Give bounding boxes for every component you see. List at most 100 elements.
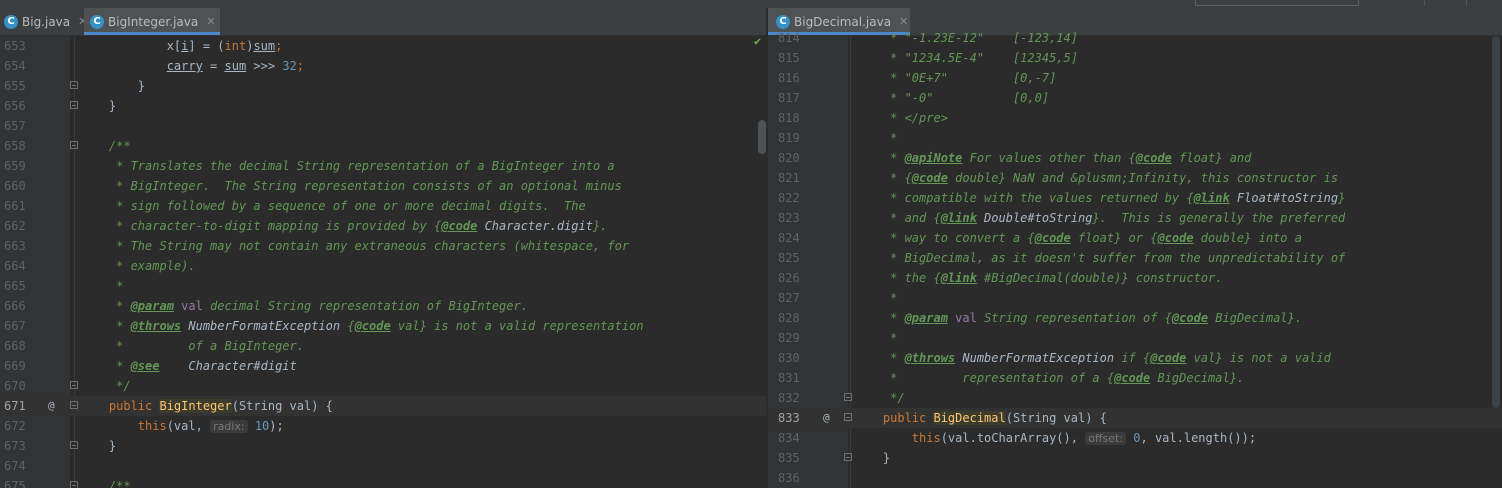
override-marker-icon[interactable]: @ bbox=[823, 408, 830, 428]
fold-marker-icon[interactable] bbox=[844, 413, 852, 421]
code-line[interactable]: 820 * @apiNote For values other than {@c… bbox=[768, 148, 1502, 168]
code-text: * "1234.5E-4" [12345,5] bbox=[854, 48, 1078, 68]
code-line[interactable]: 830 * @throws NumberFormatException if {… bbox=[768, 348, 1502, 368]
line-number: 655 bbox=[4, 79, 26, 93]
line-number: 815 bbox=[778, 51, 800, 65]
fold-marker-icon[interactable] bbox=[844, 453, 852, 461]
line-number: 672 bbox=[4, 419, 26, 433]
code-line[interactable]: 670 */ bbox=[0, 376, 766, 396]
code-token: BigInteger bbox=[159, 399, 232, 413]
code-line[interactable]: 829 * bbox=[768, 328, 1502, 348]
code-line[interactable]: 823 * and {@link Double#toString}. This … bbox=[768, 208, 1502, 228]
code-line[interactable]: 671 @ public BigInteger(String val) { bbox=[0, 396, 766, 416]
line-number: 820 bbox=[778, 151, 800, 165]
code-line[interactable]: 672 this(val, radix: 10); bbox=[0, 416, 766, 436]
code-line[interactable]: 673 } bbox=[0, 436, 766, 456]
line-number: 670 bbox=[4, 379, 26, 393]
code-line[interactable]: 667 * @throws NumberFormatException {@co… bbox=[0, 316, 766, 336]
vertical-scrollbar[interactable] bbox=[758, 120, 766, 154]
code-token: >>> bbox=[246, 59, 283, 73]
code-line[interactable]: 666 * @param val decimal String represen… bbox=[0, 296, 766, 316]
code-line[interactable]: 824 * way to convert a {@code float} or … bbox=[768, 228, 1502, 248]
code-line[interactable]: 815 * "1234.5E-4" [12345,5] bbox=[768, 48, 1502, 68]
code-token: int bbox=[224, 39, 247, 53]
code-line[interactable]: 834 this(val.toCharArray(), offset: 0, v… bbox=[768, 428, 1502, 448]
line-number: 669 bbox=[4, 359, 26, 373]
code-token: val bbox=[947, 311, 977, 325]
code-line[interactable]: 653 x[i] = (int)sum; bbox=[0, 36, 766, 56]
code-token: (String val) { bbox=[1005, 411, 1107, 425]
fold-marker-icon[interactable] bbox=[70, 481, 78, 488]
code-line[interactable]: 660 * BigInteger. The String representat… bbox=[0, 176, 766, 196]
class-file-icon: C bbox=[4, 14, 18, 29]
line-number: 661 bbox=[4, 199, 26, 213]
code-text: public BigDecimal(String val) { bbox=[854, 408, 1107, 428]
code-text: * BigDecimal, as it doesn't suffer from … bbox=[854, 248, 1345, 268]
vertical-scrollbar[interactable] bbox=[1492, 36, 1500, 408]
code-token: @code bbox=[1034, 231, 1071, 245]
code-line[interactable]: 825 * BigDecimal, as it doesn't suffer f… bbox=[768, 248, 1502, 268]
code-token: * representation of a { bbox=[854, 371, 1115, 385]
fold-marker-icon[interactable] bbox=[70, 401, 78, 409]
code-token: * character-to-digit mapping is provided… bbox=[80, 219, 442, 233]
code-line[interactable]: 814 * "-1.23E-12" [-123,14] bbox=[768, 28, 1502, 48]
code-line[interactable]: 836 bbox=[768, 468, 1502, 488]
code-text: * @param val decimal String representati… bbox=[80, 296, 528, 316]
code-line[interactable]: 832 */ bbox=[768, 388, 1502, 408]
code-line[interactable]: 833 @ public BigDecimal(String val) { bbox=[768, 408, 1502, 428]
code-line[interactable]: 658 /** bbox=[0, 136, 766, 156]
close-icon[interactable]: ✕ bbox=[899, 15, 908, 28]
code-line[interactable]: 664 * example). bbox=[0, 256, 766, 276]
code-text: * The String may not contain any extrane… bbox=[80, 236, 629, 256]
code-line[interactable]: 822 * compatible with the values returne… bbox=[768, 188, 1502, 208]
code-line[interactable]: 661 * sign followed by a sequence of one… bbox=[0, 196, 766, 216]
fold-marker-icon[interactable] bbox=[70, 81, 78, 89]
code-line[interactable]: 675 /** bbox=[0, 476, 766, 488]
line-number: 829 bbox=[778, 331, 800, 345]
code-line[interactable]: 819 * bbox=[768, 128, 1502, 148]
code-line[interactable]: 655 } bbox=[0, 76, 766, 96]
close-icon[interactable]: ✕ bbox=[206, 15, 215, 28]
code-line[interactable]: 654 carry = sum >>> 32; bbox=[0, 56, 766, 76]
fold-marker-icon[interactable] bbox=[70, 381, 78, 389]
code-text: * compatible with the values returned by… bbox=[854, 188, 1345, 208]
line-number: 674 bbox=[4, 459, 26, 473]
code-token: * { bbox=[854, 171, 912, 185]
code-text: * example). bbox=[80, 256, 195, 276]
code-line[interactable]: 665 * bbox=[0, 276, 766, 296]
code-line[interactable]: 674 bbox=[0, 456, 766, 476]
class-file-icon: C bbox=[776, 14, 790, 29]
fold-marker-icon[interactable] bbox=[70, 101, 78, 109]
code-token: @link bbox=[940, 211, 977, 225]
search-field[interactable] bbox=[1195, 0, 1359, 6]
code-line[interactable]: 818 * </pre> bbox=[768, 108, 1502, 128]
code-line[interactable]: 669 * @see Character#digit bbox=[0, 356, 766, 376]
code-token: /** bbox=[80, 139, 131, 153]
code-line[interactable]: 662 * character-to-digit mapping is prov… bbox=[0, 216, 766, 236]
code-line[interactable]: 835 } bbox=[768, 448, 1502, 468]
fold-marker-icon[interactable] bbox=[70, 441, 78, 449]
toolbar-separator bbox=[1424, 0, 1425, 6]
code-line[interactable]: 831 * representation of a {@code BigDeci… bbox=[768, 368, 1502, 388]
code-line[interactable]: 668 * of a BigInteger. bbox=[0, 336, 766, 356]
code-line[interactable]: 826 * the {@link #BigDecimal(double)} co… bbox=[768, 268, 1502, 288]
code-token: @param bbox=[130, 299, 174, 313]
code-line[interactable]: 657 bbox=[0, 116, 766, 136]
code-line[interactable]: 828 * @param val String representation o… bbox=[768, 308, 1502, 328]
code-line[interactable]: 827 * bbox=[768, 288, 1502, 308]
code-token: * compatible with the values returned by… bbox=[854, 191, 1194, 205]
tab-big-java[interactable]: C Big.java ✕ bbox=[0, 8, 88, 35]
fold-marker-icon[interactable] bbox=[844, 393, 852, 401]
fold-marker-icon[interactable] bbox=[70, 141, 78, 149]
code-line[interactable]: 659 * Translates the decimal String repr… bbox=[0, 156, 766, 176]
code-line[interactable]: 817 * "-0" [0,0] bbox=[768, 88, 1502, 108]
toolbar-separator bbox=[1466, 0, 1467, 6]
code-line[interactable]: 821 * {@code double} NaN and &plusmn;Inf… bbox=[768, 168, 1502, 188]
code-token: BigDecimal}. bbox=[1150, 371, 1245, 385]
code-text: * bbox=[854, 288, 897, 308]
code-line[interactable]: 656 } bbox=[0, 96, 766, 116]
code-line[interactable]: 816 * "0E+7" [0,-7] bbox=[768, 68, 1502, 88]
code-line[interactable]: 663 * The String may not contain any ext… bbox=[0, 236, 766, 256]
override-marker-icon[interactable]: @ bbox=[48, 396, 55, 416]
tab-biginteger-java[interactable]: C BigInteger.java ✕ bbox=[84, 8, 220, 35]
